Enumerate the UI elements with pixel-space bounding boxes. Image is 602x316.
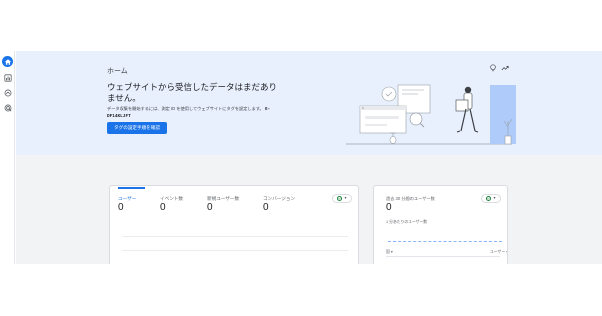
nav-reports-button[interactable]	[2, 72, 13, 83]
active-tab-indicator	[118, 187, 145, 189]
realtime-title: 過去 30 分間のユーザー数	[386, 196, 435, 201]
metric-value: 0	[207, 202, 213, 213]
realtime-sparkline	[388, 241, 502, 242]
chart-gridline	[122, 236, 348, 237]
check-circle-icon	[485, 196, 491, 201]
nav-home-button[interactable]	[2, 56, 13, 67]
realtime-card: 過去 30 分間のユーザー数 0 1 分あたりのユーザー数 ▼ 国 ▾ ユーザー…	[373, 185, 508, 264]
setup-description-text: データ収集を開始するには、測定 ID を使用してウェブサイトにタグを設定します。	[107, 106, 264, 111]
nav-advertising-button[interactable]	[2, 102, 13, 113]
metric-tab-conversions[interactable]: コンバージョン 0	[263, 186, 313, 220]
realtime-status-menu[interactable]: ▼	[481, 194, 501, 203]
chart-gridline	[122, 250, 348, 251]
metrics-card: ユーザー 0 イベント数 0 新規ユーザー数 0 コンバージョン 0 ▼	[109, 185, 359, 264]
chevron-down-icon: ▼	[343, 195, 348, 200]
view-tag-setup-button[interactable]: タグの設定手順を確認	[107, 122, 167, 134]
explore-icon	[4, 89, 11, 96]
target-icon	[4, 104, 11, 111]
left-nav-rail	[0, 51, 15, 264]
top-band	[0, 0, 602, 51]
realtime-subtitle: 1 分あたりのユーザー数	[386, 220, 428, 224]
no-data-heading: ウェブサイトから受信したデータはまだありません。	[107, 82, 278, 103]
country-label: 国	[386, 250, 390, 254]
setup-description: データ収集を開始するには、測定 ID を使用してウェブサイトにタグを設定します。…	[107, 106, 277, 120]
home-icon	[4, 58, 11, 65]
metric-value: 0	[118, 202, 124, 213]
hero-banner: ホーム ウェブサイトから受信したデータはまだありません。 データ収集を開始するに…	[16, 51, 602, 155]
divider	[386, 256, 500, 257]
chevron-down-icon: ▾	[506, 250, 508, 254]
metric-tab-events[interactable]: イベント数 0	[160, 186, 200, 220]
trending-icon	[501, 66, 509, 71]
page-title: ホーム	[107, 68, 128, 75]
main-content: ホーム ウェブサイトから受信したデータはまだありません。 データ収集を開始するに…	[16, 51, 602, 264]
check-circle-icon	[336, 196, 342, 201]
dimension-label: ユーザー	[490, 250, 506, 254]
country-dropdown[interactable]: 国 ▾	[386, 249, 393, 255]
realtime-value: 0	[386, 202, 392, 213]
dimension-dropdown[interactable]: ユーザー ▾	[490, 249, 508, 255]
metric-value: 0	[160, 202, 166, 213]
hero-illustration	[346, 84, 516, 145]
metric-value: 0	[263, 202, 269, 213]
metric-tab-users[interactable]: ユーザー 0	[118, 186, 158, 220]
trends-button[interactable]	[500, 63, 510, 73]
insights-button[interactable]	[488, 63, 498, 73]
metric-tab-new-users[interactable]: 新規ユーザー数 0	[207, 186, 257, 220]
bar-chart-icon	[3, 73, 12, 82]
lightbulb-icon	[490, 64, 496, 72]
chevron-down-icon: ▼	[492, 195, 497, 200]
data-status-menu[interactable]: ▼	[332, 194, 352, 203]
nav-explore-button[interactable]	[2, 87, 13, 98]
chevron-down-icon: ▾	[390, 250, 393, 254]
